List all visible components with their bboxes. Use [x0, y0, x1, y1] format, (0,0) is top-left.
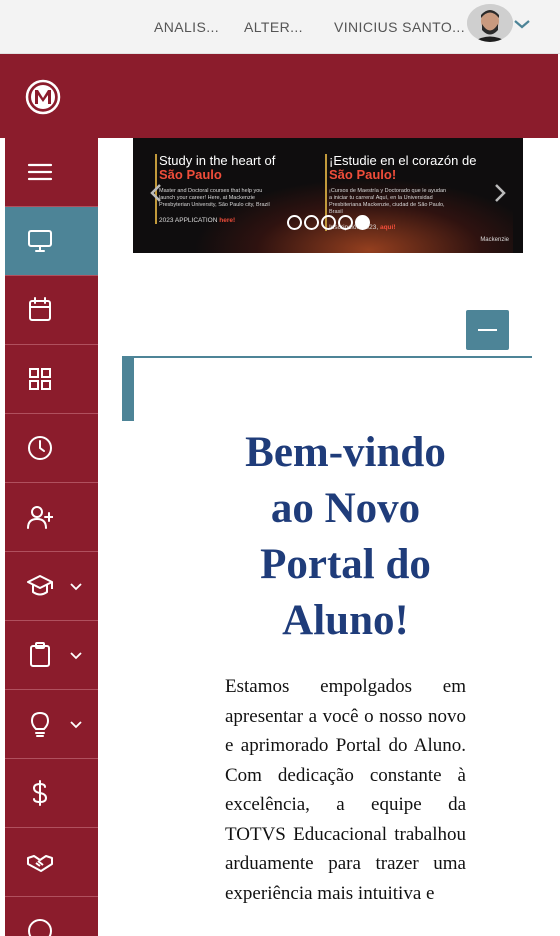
top-navigation-bar: ANALIS... ALTER... VINICIUS SANTO...	[0, 0, 560, 54]
banner-en-title: Study in the heart of	[159, 153, 276, 168]
minus-icon	[478, 329, 497, 331]
menu-icon	[27, 163, 53, 181]
card-top-border	[122, 356, 532, 358]
sidebar-item-requests[interactable]	[5, 621, 98, 690]
banner-en-city: São Paulo	[159, 167, 222, 182]
banner-en-body: Master and Doctoral courses that help yo…	[159, 188, 270, 208]
clock-icon	[28, 436, 52, 460]
banner-es-city: São Paulo!	[329, 167, 397, 182]
sidebar-item-dashboard[interactable]	[5, 207, 98, 276]
banner-en-apply-link[interactable]: here!	[219, 217, 235, 224]
brand-bar	[0, 54, 558, 138]
sidebar-item-menu[interactable]	[5, 138, 98, 207]
chevron-right-icon[interactable]	[493, 182, 507, 204]
banner-brand: Mackenzie	[480, 237, 509, 243]
chevron-down-icon	[70, 583, 82, 591]
banner-es-body: ¡Cursos de Maestría y Doctorado que le a…	[329, 188, 447, 215]
dollar-icon	[32, 780, 48, 806]
sidebar-item-calendar[interactable]	[5, 276, 98, 345]
sidebar-item-grid[interactable]	[5, 345, 98, 414]
carousel-dot[interactable]	[321, 215, 336, 230]
grid-icon	[29, 368, 51, 390]
nav-item-analis[interactable]: ANALIS...	[154, 19, 219, 35]
sidebar-item-help[interactable]	[5, 897, 98, 936]
chevron-down-icon	[70, 721, 82, 729]
carousel-indicators	[287, 215, 370, 231]
mackenzie-logo[interactable]	[25, 79, 61, 115]
sidebar-item-enrollment[interactable]	[5, 483, 98, 552]
sidebar-item-ideas[interactable]	[5, 690, 98, 759]
carousel-dot-active[interactable]	[355, 215, 370, 230]
sidebar-item-finance[interactable]	[5, 759, 98, 828]
banner-english-column: Study in the heart of São Paulo Master a…	[155, 154, 330, 224]
chevron-down-icon	[70, 652, 82, 660]
sidebar-item-academic[interactable]	[5, 552, 98, 621]
carousel-dot[interactable]	[338, 215, 353, 230]
handshake-icon	[27, 855, 53, 872]
chevron-left-icon[interactable]	[149, 182, 163, 204]
carousel-dot[interactable]	[287, 215, 302, 230]
sidebar	[5, 138, 98, 936]
avatar[interactable]	[467, 4, 513, 42]
carousel-dot[interactable]	[304, 215, 319, 230]
welcome-text: Estamos empolgados em apresentar a você …	[225, 676, 466, 904]
banner-es-title: ¡Estudie en el corazón de	[329, 153, 477, 168]
monitor-icon	[28, 230, 52, 252]
sidebar-item-agreements[interactable]	[5, 828, 98, 897]
banner-es-apply-link[interactable]: aquí!	[380, 224, 396, 231]
banner-carousel[interactable]: Study in the heart of São Paulo Master a…	[133, 138, 523, 253]
graduation-cap-icon	[27, 575, 53, 596]
help-icon	[28, 919, 52, 936]
clipboard-icon	[30, 642, 50, 667]
calendar-icon	[29, 297, 51, 321]
sidebar-item-history[interactable]	[5, 414, 98, 483]
nav-item-alter[interactable]: ALTER...	[244, 19, 303, 35]
user-name[interactable]: VINICIUS SANTO...	[334, 19, 465, 35]
user-plus-icon	[27, 506, 53, 529]
card-accent-bar	[122, 358, 134, 421]
banner-en-apply-label: 2023 APPLICATION	[159, 217, 218, 224]
welcome-title: Bem-vindo ao Novo Portal do Aluno!	[245, 429, 446, 644]
chevron-down-icon[interactable]	[512, 17, 532, 31]
lightbulb-icon	[30, 711, 50, 737]
collapse-button[interactable]	[466, 310, 509, 350]
